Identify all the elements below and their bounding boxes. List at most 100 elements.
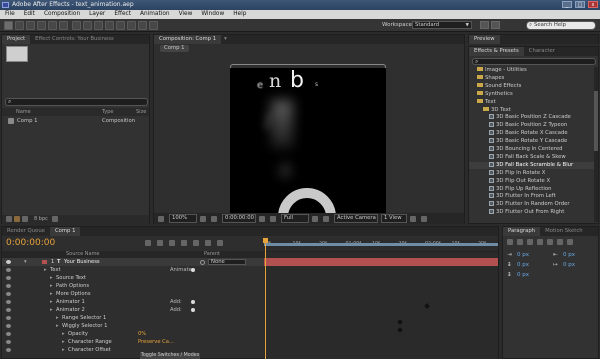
close-button[interactable]: x bbox=[588, 1, 598, 8]
timeline-current-time[interactable]: 0:00:00:00 bbox=[6, 238, 55, 248]
property-value[interactable]: Preserve Ca... bbox=[138, 338, 174, 346]
camera-tool-icon[interactable] bbox=[48, 21, 57, 30]
indent-right-value[interactable]: 0 px bbox=[563, 252, 575, 258]
tab-motion-sketch[interactable]: Motion Sketch bbox=[540, 227, 588, 236]
timeline-graph[interactable]: 0f10f20f01:00f10f20f02:00f10f20f03:0 bbox=[263, 238, 515, 359]
workspace-select[interactable]: Standard ▼ bbox=[412, 21, 472, 29]
expand-arrow-icon[interactable]: ▸ bbox=[50, 282, 53, 290]
menu-file[interactable]: File bbox=[5, 10, 15, 19]
effects-tree-item[interactable]: 3D Fall Back Scale & Skew bbox=[469, 153, 597, 162]
views-select[interactable]: 1 View bbox=[381, 214, 407, 223]
menu-layer[interactable]: Layer bbox=[89, 10, 105, 19]
align-left-icon[interactable] bbox=[507, 239, 513, 245]
menu-window[interactable]: Window bbox=[201, 10, 224, 19]
property-action[interactable]: Add: bbox=[170, 298, 182, 306]
space-before-value[interactable]: 0 px bbox=[517, 262, 529, 268]
visibility-eye-icon[interactable] bbox=[6, 340, 11, 344]
show-channel-icon[interactable] bbox=[270, 215, 276, 222]
current-time-field[interactable]: 0:00:00:00 bbox=[222, 214, 256, 223]
effects-tree-item[interactable]: Sound Effects bbox=[469, 82, 597, 91]
effects-tree-item[interactable]: 3D Flip Out Rotate X bbox=[469, 177, 597, 186]
tab-composition[interactable]: Composition: Comp 1 bbox=[154, 35, 222, 44]
expand-arrow-icon[interactable]: ▸ bbox=[62, 330, 65, 338]
property-row[interactable]: ▸ Text Animate: bbox=[2, 266, 264, 274]
zoom-tool-icon[interactable] bbox=[26, 21, 35, 30]
visibility-eye-icon[interactable] bbox=[6, 260, 11, 264]
keyframe[interactable] bbox=[397, 327, 403, 333]
tab-character[interactable]: Character bbox=[524, 47, 560, 56]
add-menu-icon[interactable] bbox=[191, 308, 195, 312]
expand-arrow-icon[interactable]: ▸ bbox=[62, 346, 65, 354]
expand-arrow-icon[interactable]: ▸ bbox=[56, 322, 59, 330]
motion-blur-icon[interactable] bbox=[193, 240, 199, 246]
property-row[interactable]: ▸ Animator 2 Add: bbox=[2, 306, 264, 314]
visibility-eye-icon[interactable] bbox=[6, 292, 11, 296]
justify-center-icon[interactable] bbox=[547, 239, 553, 245]
expand-arrow-icon[interactable]: ▸ bbox=[44, 266, 47, 274]
justify-right-icon[interactable] bbox=[557, 239, 563, 245]
layer-name[interactable]: Your Business bbox=[64, 258, 100, 266]
visibility-eye-icon[interactable] bbox=[6, 276, 11, 280]
expand-arrow-icon[interactable]: ▸ bbox=[56, 314, 59, 322]
expand-arrow-icon[interactable]: ▸ bbox=[62, 338, 65, 346]
hide-shy-layers-icon[interactable] bbox=[169, 240, 175, 246]
visibility-eye-icon[interactable] bbox=[6, 332, 11, 336]
project-search-input[interactable]: ⌕ bbox=[5, 98, 148, 106]
puppet-pin-tool-icon[interactable] bbox=[149, 21, 158, 30]
property-row[interactable]: ▸ Character Range Preserve Ca... bbox=[2, 338, 264, 346]
new-composition-icon[interactable] bbox=[22, 216, 28, 222]
property-action[interactable]: Add: bbox=[170, 306, 182, 314]
parent-select[interactable]: None bbox=[208, 259, 246, 265]
hand-tool-icon[interactable] bbox=[15, 21, 24, 30]
draft-3d-icon[interactable] bbox=[157, 240, 163, 246]
first-line-indent-value[interactable]: 0 px bbox=[563, 262, 575, 268]
type-tool-icon[interactable] bbox=[94, 21, 103, 30]
effects-tree-item[interactable]: 3D Fall Back Scramble & Blur bbox=[469, 161, 597, 170]
effects-tree-item[interactable]: 3D Text bbox=[469, 106, 597, 115]
safe-zones-icon[interactable] bbox=[200, 215, 206, 222]
effects-tree-item[interactable]: Image - Utilities bbox=[469, 67, 597, 75]
menu-help[interactable]: Help bbox=[233, 10, 246, 19]
roto-brush-tool-icon[interactable] bbox=[138, 21, 147, 30]
effects-tree-item[interactable]: 3D Basic Position Z Typeon bbox=[469, 122, 597, 130]
property-row[interactable]: ▸ Range Selector 1 bbox=[2, 314, 264, 322]
effects-tree-item[interactable]: 3D Basic Rotate Y Cascade bbox=[469, 138, 597, 146]
visibility-eye-icon[interactable] bbox=[6, 324, 11, 328]
visibility-eye-icon[interactable] bbox=[6, 300, 11, 304]
maximize-button[interactable]: □ bbox=[575, 1, 585, 8]
interpret-footage-icon[interactable] bbox=[6, 216, 12, 222]
expand-arrow-icon[interactable]: ▸ bbox=[50, 298, 53, 306]
work-area-bar[interactable] bbox=[264, 243, 498, 246]
property-row[interactable]: ▸ Wiggly Selector 1 bbox=[2, 322, 264, 330]
effects-search-input[interactable]: ⌕ bbox=[472, 58, 596, 65]
layer-duration-bar[interactable] bbox=[264, 258, 498, 266]
menu-composition[interactable]: Composition bbox=[44, 10, 80, 19]
add-menu-icon[interactable] bbox=[191, 268, 195, 272]
tab-effects-presets[interactable]: Effects & Presets bbox=[469, 47, 524, 56]
tab-preview[interactable]: Preview bbox=[469, 35, 500, 44]
rectangle-tool-icon[interactable] bbox=[72, 21, 81, 30]
region-of-interest-icon[interactable] bbox=[312, 215, 318, 222]
visibility-eye-icon[interactable] bbox=[6, 316, 11, 320]
mask-visibility-icon[interactable] bbox=[211, 215, 217, 222]
always-preview-icon[interactable] bbox=[158, 215, 164, 222]
column-source-name[interactable]: Source Name bbox=[66, 251, 100, 257]
effects-tree-item[interactable]: 3D Flutter In Random Order bbox=[469, 201, 597, 209]
effects-tree-item[interactable]: 3D Flip In Rotate X bbox=[469, 169, 597, 178]
search-help-input[interactable]: ⌕ Search Help bbox=[526, 21, 596, 30]
menu-edit[interactable]: Edit bbox=[24, 10, 35, 19]
clone-stamp-tool-icon[interactable] bbox=[116, 21, 125, 30]
effects-tree-item[interactable]: 3D Flutter In From Left bbox=[469, 193, 597, 201]
property-row[interactable]: ▸ Character Offset bbox=[2, 346, 264, 354]
menu-effect[interactable]: Effect bbox=[114, 10, 131, 19]
tab-paragraph[interactable]: Paragraph bbox=[503, 227, 541, 236]
tab-effect-controls[interactable]: Effect Controls: Your Business bbox=[30, 35, 119, 44]
column-parent[interactable]: Parent bbox=[204, 251, 220, 257]
column-size[interactable]: Size bbox=[136, 109, 146, 115]
keyframe[interactable] bbox=[397, 319, 403, 325]
pickwhip-icon[interactable] bbox=[200, 260, 205, 265]
tab-project[interactable]: Project bbox=[2, 35, 31, 44]
frame-blending-icon[interactable] bbox=[181, 240, 187, 246]
layer-row[interactable]: ▾ 1 T Your Business None bbox=[2, 258, 264, 266]
property-action[interactable]: Animate: bbox=[170, 266, 193, 274]
